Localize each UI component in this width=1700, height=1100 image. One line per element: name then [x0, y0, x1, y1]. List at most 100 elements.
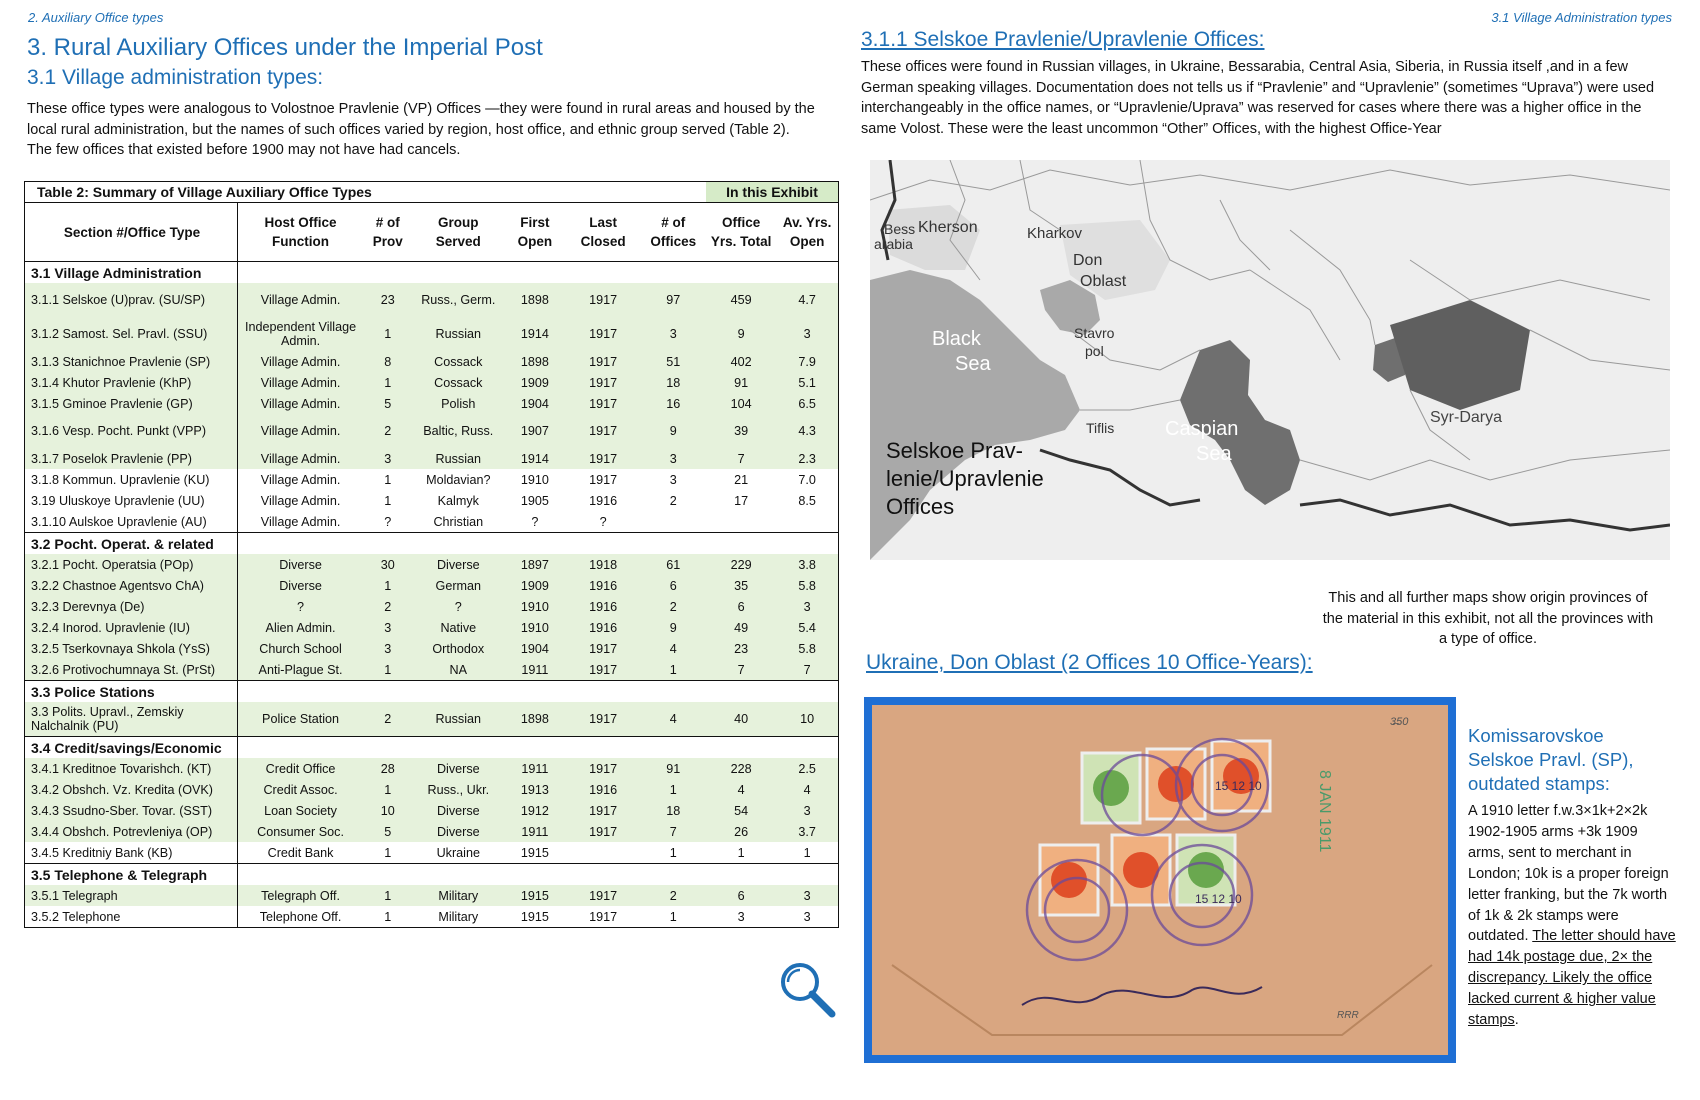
section-row: 3.1 Village Administration	[24, 261, 839, 283]
column-header: First Open	[504, 202, 566, 262]
table-cell: 7	[705, 448, 777, 469]
table-cell: 1914	[504, 317, 566, 351]
map-label-arabia: arabia	[874, 236, 913, 252]
table-cell: 40	[705, 702, 777, 737]
column-header: # of Prov	[363, 202, 413, 262]
table-cell: 35	[705, 575, 777, 596]
table-row: 3.2.5 Tserkovnaya Shkola (YsS) Church Sch…	[24, 638, 839, 659]
section-filler	[237, 736, 839, 758]
table-cell: 2	[640, 596, 706, 617]
table-cell: 6	[640, 575, 706, 596]
table-cell: Russian	[412, 702, 505, 737]
magnifier-icon[interactable]	[776, 958, 840, 1022]
table-cell: 7	[640, 821, 706, 842]
table-cell: 3	[363, 617, 413, 638]
table-cell: 1	[363, 372, 413, 393]
table-cell: 91	[705, 372, 777, 393]
table-cell: 3.4.3 Ssudno-Sber. Tovar. (SST)	[24, 800, 238, 821]
table-cell: 3.1.6 Vesp. Pocht. Punkt (VPP)	[24, 414, 238, 448]
table-cell: 61	[640, 554, 706, 575]
map-label-kharkov: Kharkov	[1027, 225, 1083, 242]
table-cell: 1917	[565, 702, 641, 737]
table-cell: 2	[363, 414, 413, 448]
table-cell: 17	[705, 490, 777, 511]
table-row: 3.3 Polits. Upravl., Zemskiy Nalchalnik …	[24, 702, 839, 737]
table-cell: 1909	[504, 372, 566, 393]
table-cell: 5.8	[776, 575, 839, 596]
table-row: 3.5.1 Telegraph Telegraph Off. 1 Military 19…	[24, 885, 839, 906]
table-cell: 1917	[565, 659, 641, 681]
table-cell: Military	[412, 906, 505, 928]
table-cell: 3	[640, 469, 706, 490]
table-cell: 7.9	[776, 351, 839, 372]
table-cell: 1	[363, 575, 413, 596]
cover-image-frame[interactable]: 15 12 10 15 12 10 3̶50 RRR 8 JAN 1911	[864, 697, 1456, 1063]
table-cell: 1897	[504, 554, 566, 575]
table-cell: Credit Office	[237, 758, 364, 779]
map-label-caspian-sea: Sea	[1196, 443, 1232, 465]
table-cell: 10	[776, 702, 839, 737]
stamp-red-2	[1210, 739, 1272, 813]
table-cell: Telegraph Off.	[237, 885, 364, 906]
column-header: Host Office Function	[237, 202, 364, 262]
column-header: Group Served	[412, 202, 505, 262]
table-cell: Village Admin.	[237, 448, 364, 469]
table-cell: 3.3 Polits. Upravl., Zemskiy Nalchalnik …	[24, 702, 238, 737]
table-cell: 3.1.3 Stanichnoe Pravlenie (SP)	[24, 351, 238, 372]
table-cell: 3.1.4 Khutor Pravlenie (KhP)	[24, 372, 238, 393]
table-cell: 1	[776, 842, 839, 864]
table-cell: 3.4.4 Obshch. Potrevleniya (OP)	[24, 821, 238, 842]
table-cell: 8	[363, 351, 413, 372]
table-cell: ?	[504, 511, 566, 533]
table-cell: 1915	[504, 885, 566, 906]
table-row: 3.4.2 Obshch. Vz. Kredita (OVK) Credit As…	[24, 779, 839, 800]
table-cell: Village Admin.	[237, 283, 364, 317]
table-row: 3.2.6 Protivochumnaya St. (PrSt) Anti-Pla…	[24, 659, 839, 681]
table-cell: 3.2.6 Protivochumnaya St. (PrSt)	[24, 659, 238, 681]
map-label-kherson: Kherson	[918, 219, 978, 236]
region-heading: Ukraine, Don Oblast (2 Offices 10 Office…	[866, 651, 1313, 674]
pencil-note-top: 3̶50	[1390, 716, 1409, 728]
column-header: Section #/Office Type	[24, 202, 238, 262]
table-cell: 1	[640, 842, 706, 864]
map-label-black: Black	[932, 328, 982, 350]
table-cell: 1917	[565, 351, 641, 372]
table-cell: 1917	[565, 821, 641, 842]
section-row: 3.2 Pocht. Operat. & related	[24, 532, 839, 554]
table-row: 3.1.10 Aulskoe Upravlenie (AU) Village Ad…	[24, 511, 839, 533]
map-caption-line: Offices	[886, 494, 954, 519]
table-row: 3.1.2 Samost. Sel. Pravl. (SSU) Independe…	[24, 317, 839, 351]
table-cell: 3.2.1 Pocht. Operatsia (POp)	[24, 554, 238, 575]
table-cell: 2	[363, 596, 413, 617]
table-cell: Cossack	[412, 372, 505, 393]
table-cell: 1917	[565, 885, 641, 906]
table-row: 3.4.1 Kreditnoe Tovarishch. (KT) Credit O…	[24, 758, 839, 779]
map-label-bess: Bess	[884, 221, 915, 237]
table-cell: Consumer Soc.	[237, 821, 364, 842]
table-cell: 3.1.10 Aulskoe Upravlenie (AU)	[24, 511, 238, 533]
table-cell: 1	[363, 490, 413, 511]
map-label-syr-darya: Syr-Darya	[1430, 409, 1502, 426]
table-cell: Church School	[237, 638, 364, 659]
table-cell: 18	[640, 800, 706, 821]
table-cell: 1916	[565, 575, 641, 596]
table-row: 3.2.2 Chastnoe Agentsvo ChA) Diverse 1 Germ…	[24, 575, 839, 596]
stamp-red-4	[1110, 833, 1172, 907]
table-cell: 7	[776, 659, 839, 681]
table-cell: 3	[640, 448, 706, 469]
table-cell: Village Admin.	[237, 351, 364, 372]
table-cell	[640, 511, 706, 533]
table-cell: 104	[705, 393, 777, 414]
table-cell: Village Admin.	[237, 469, 364, 490]
table-row: 3.19 Uluskoye Upravlenie (UU) Village Adm…	[24, 490, 839, 511]
table-cell: 3.1.2 Samost. Sel. Pravl. (SSU)	[24, 317, 238, 351]
table-cell: Police Station	[237, 702, 364, 737]
table-cell: 1918	[565, 554, 641, 575]
table-cell: 18	[640, 372, 706, 393]
table-cell: 3.1.7 Poselok Pravlenie (PP)	[24, 448, 238, 469]
map-caption-line: Selskoe Prav-	[886, 438, 1023, 463]
table-cell: Russ., Ukr.	[412, 779, 505, 800]
table-title-row: Table 2: Summary of Village Auxiliary Of…	[24, 181, 839, 203]
stamp-green-1	[1080, 751, 1142, 825]
pencil-note-bottom: RRR	[1337, 1010, 1359, 1021]
